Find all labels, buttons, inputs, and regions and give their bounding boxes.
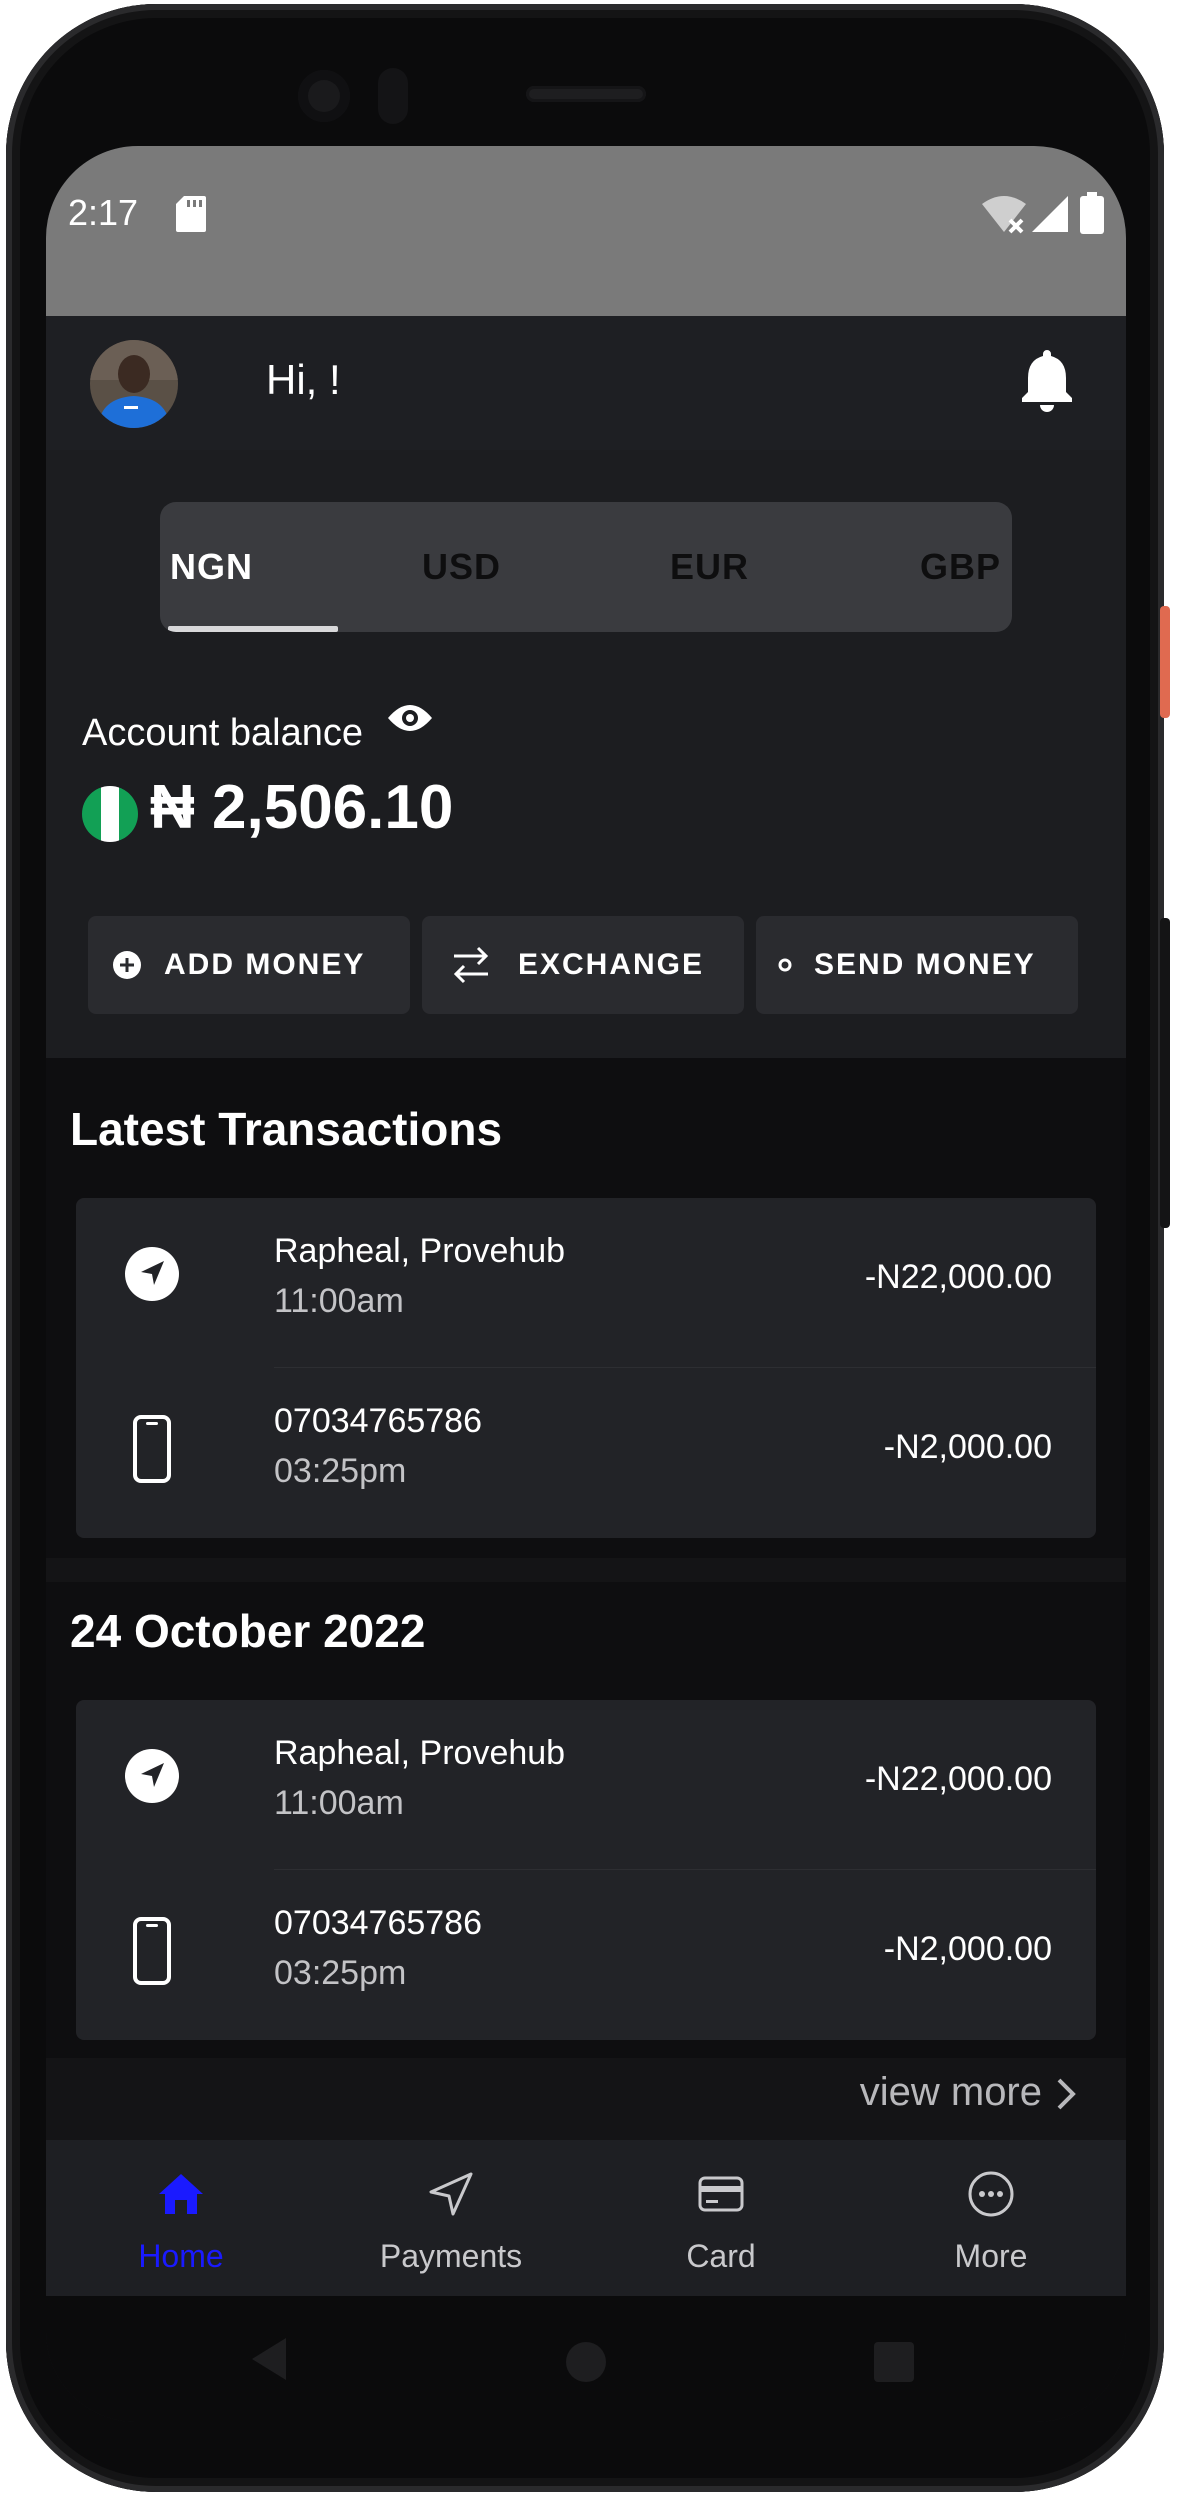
transaction-name: 07034765786 (274, 1402, 483, 1440)
send-money-button[interactable]: SEND MONEY (756, 916, 1078, 1014)
section-separator (46, 1558, 1126, 1582)
balance-label: Account balance (82, 712, 363, 754)
add-money-button[interactable]: ADD MONEY (88, 916, 410, 1014)
transaction-amount: -N22,000.00 (864, 1760, 1052, 1798)
chevron-right-icon (1057, 2079, 1076, 2110)
navigation-arrow-icon (125, 1749, 179, 1803)
transaction-time: 03:25pm (274, 1954, 407, 1992)
section-title: Latest Transactions (70, 1103, 503, 1155)
tab-ngn[interactable]: NGN (170, 502, 253, 632)
nav-home[interactable]: Home (46, 2140, 316, 2296)
transaction-amount: -N2,000.00 (883, 1930, 1052, 1968)
credit-card-icon (698, 2176, 744, 2212)
navigation-arrow-icon (125, 1247, 179, 1301)
nav-more-label: More (954, 2238, 1028, 2274)
transaction-time: 11:00am (274, 1282, 404, 1320)
dot-icon (778, 958, 792, 972)
front-camera (298, 70, 350, 122)
status-time: 2:17 (68, 192, 139, 233)
add-circle-icon (113, 951, 141, 979)
currency-tabs: NGN USD EUR GBP (160, 502, 1012, 632)
home-icon (159, 2174, 203, 2214)
balance-panel: NGN USD EUR GBP Account balance ₦ 2,506.… (46, 450, 1126, 1058)
transaction-time: 11:00am (274, 1784, 404, 1822)
app-header: Hi, ! (46, 316, 1126, 450)
nav-card[interactable]: Card (586, 2140, 856, 2296)
transaction-name: Rapheal, Provehub (274, 1734, 566, 1772)
add-money-label: ADD MONEY (164, 948, 366, 981)
nav-payments[interactable]: Payments (316, 2140, 586, 2296)
screen: 2:17 Hi, ! NGN USD EUR GBP Account balan… (46, 146, 1126, 2422)
phone-icon (133, 1917, 171, 1985)
transaction-amount: -N22,000.00 (864, 1258, 1052, 1296)
transaction-card: Rapheal, Provehub 11:00am -N22,000.00 07… (76, 1700, 1096, 2040)
view-more-label: view more (859, 2070, 1042, 2114)
exchange-arrows-icon (453, 946, 489, 984)
sensor (378, 68, 408, 124)
avatar[interactable] (90, 340, 178, 428)
transaction-card: Rapheal, Provehub 11:00am -N22,000.00 07… (76, 1198, 1096, 1538)
transaction-name: 07034765786 (274, 1904, 483, 1942)
send-arrow-icon (429, 2172, 473, 2216)
eye-icon[interactable] (386, 702, 434, 734)
sd-card-icon (176, 196, 206, 232)
nav-payments-label: Payments (379, 2238, 523, 2274)
nigeria-flag-icon (82, 786, 138, 842)
transactions-area: Latest Transactions Rapheal, Provehub 11… (46, 1058, 1126, 2140)
wifi-off-icon (982, 196, 1026, 234)
tab-eur[interactable]: EUR (670, 502, 749, 632)
tab-gbp[interactable]: GBP (920, 502, 1001, 632)
transaction-row[interactable]: 07034765786 03:25pm -N2,000.00 (76, 1870, 1096, 2040)
recents-icon[interactable] (874, 2342, 914, 2382)
transaction-time: 03:25pm (274, 1452, 407, 1490)
phone-icon (133, 1415, 171, 1483)
earpiece-speaker (526, 86, 646, 102)
send-money-label: SEND MONEY (814, 948, 1036, 981)
transaction-amount: -N2,000.00 (883, 1428, 1052, 1466)
section-title: 24 October 2022 (70, 1605, 426, 1657)
transaction-row[interactable]: Rapheal, Provehub 11:00am -N22,000.00 (76, 1198, 1096, 1368)
home-button-icon[interactable] (566, 2342, 606, 2382)
transaction-row[interactable]: 07034765786 03:25pm -N2,000.00 (76, 1368, 1096, 1538)
nav-home-label: Home (138, 2238, 224, 2274)
battery-icon (1080, 192, 1104, 234)
system-navigation-bar (46, 2296, 1126, 2422)
view-more-link[interactable]: view more (860, 2070, 1076, 2115)
greeting: Hi, ! (266, 356, 341, 403)
tab-usd[interactable]: USD (422, 502, 501, 632)
exchange-button[interactable]: EXCHANGE (422, 916, 744, 1014)
balance-amount: ₦ 2,506.10 (150, 773, 454, 842)
power-button (1160, 918, 1170, 1228)
more-dots-icon (968, 2171, 1014, 2217)
status-bar: 2:17 (46, 146, 1126, 316)
signal-icon (1032, 196, 1068, 232)
back-icon[interactable] (250, 2336, 290, 2382)
tab-indicator (168, 626, 338, 632)
volume-button (1160, 606, 1170, 718)
transaction-row[interactable]: Rapheal, Provehub 11:00am -N22,000.00 (76, 1700, 1096, 1870)
nav-more[interactable]: More (856, 2140, 1126, 2296)
transaction-name: Rapheal, Provehub (274, 1232, 566, 1270)
notification-bell-icon[interactable] (1018, 346, 1076, 412)
bottom-navigation: Home Payments Card More (46, 2140, 1126, 2296)
exchange-label: EXCHANGE (518, 948, 705, 981)
nav-card-label: Card (686, 2238, 756, 2274)
